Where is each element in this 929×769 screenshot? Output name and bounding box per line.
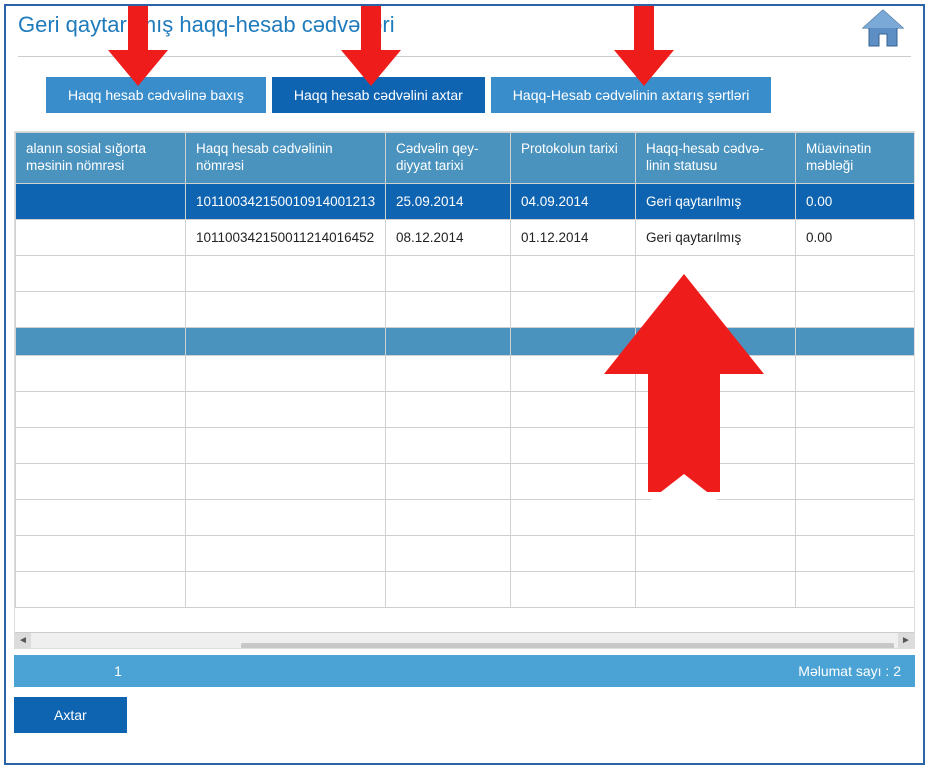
cell: 101100342150010914001213 [186,183,386,219]
tab-label: Haqq hesab cədvəlinə baxış [68,87,244,103]
tab-bar: Haqq hesab cədvəlinə baxış Haqq hesab cə… [18,77,911,131]
app-frame: Geri qaytarılmış haqq-hesab cədvəlləri H… [4,4,925,765]
col-header[interactable]: Müavinətin məbləği [796,133,916,184]
col-header[interactable]: Haqq hesab cədvəlinin nömrəsi [186,133,386,184]
tab-search-criteria[interactable]: Haqq-Hesab cədvəlinin axtarış şərtləri [491,77,772,113]
scroll-thumb[interactable] [241,643,894,650]
cell: 0.00 [796,219,916,255]
cell: Geri qaytarılmış [636,219,796,255]
page-number[interactable]: 1 [28,663,208,679]
table-row[interactable]: 101100342150010914001213 25.09.2014 04.0… [16,183,916,219]
home-icon[interactable] [859,8,907,50]
table-row [16,463,916,499]
col-header[interactable]: Cədvəlin qey-diyyat tarixi [386,133,511,184]
divider [18,56,911,57]
record-count: Məlumat sayı : 2 [798,663,901,679]
table-row [16,391,916,427]
pager-bar: 1 Məlumat sayı : 2 [14,655,915,687]
cell: 0.00 [796,183,916,219]
cell: 04.09.2014 [511,183,636,219]
table-row [16,535,916,571]
cell: 08.12.2014 [386,219,511,255]
table-row [16,499,916,535]
table-row [16,427,916,463]
table-row [16,571,916,607]
col-header[interactable]: Haqq-hesab cədvə-linin statusu [636,133,796,184]
table-row [16,291,916,327]
cell: Geri qaytarılmış [636,183,796,219]
tab-label: Haqq-Hesab cədvəlinin axtarış şərtləri [513,87,750,103]
tab-label: Haqq hesab cədvəlini axtar [294,87,463,103]
cell [16,219,186,255]
cell: 101100342150011214016452 [186,219,386,255]
results-table-container: alanın sosial sığorta məsinin nömrəsi Ha… [14,131,915,649]
footer: Axtar [6,687,923,743]
table-header-row: alanın sosial sığorta məsinin nömrəsi Ha… [16,133,916,184]
tab-view-schedule[interactable]: Haqq hesab cədvəlinə baxış [46,77,266,113]
table-row [16,255,916,291]
tab-search-schedule[interactable]: Haqq hesab cədvəlini axtar [272,77,485,113]
horizontal-scrollbar[interactable]: ◄ ► [15,632,914,648]
cell [16,183,186,219]
col-header[interactable]: alanın sosial sığorta məsinin nömrəsi [16,133,186,184]
page-title: Geri qaytarılmış haqq-hesab cədvəlləri [18,12,911,56]
cell: 01.12.2014 [511,219,636,255]
cell: 25.09.2014 [386,183,511,219]
results-table: alanın sosial sığorta məsinin nömrəsi Ha… [15,132,915,608]
header: Geri qaytarılmış haqq-hesab cədvəlləri H… [6,6,923,131]
table-spacer-row [16,327,916,355]
table-row [16,355,916,391]
table-body: 101100342150010914001213 25.09.2014 04.0… [16,183,916,607]
col-header[interactable]: Protokolun tarixi [511,133,636,184]
scroll-left-icon[interactable]: ◄ [15,633,31,649]
scroll-right-icon[interactable]: ► [898,633,914,649]
table-row[interactable]: 101100342150011214016452 08.12.2014 01.1… [16,219,916,255]
search-button[interactable]: Axtar [14,697,127,733]
